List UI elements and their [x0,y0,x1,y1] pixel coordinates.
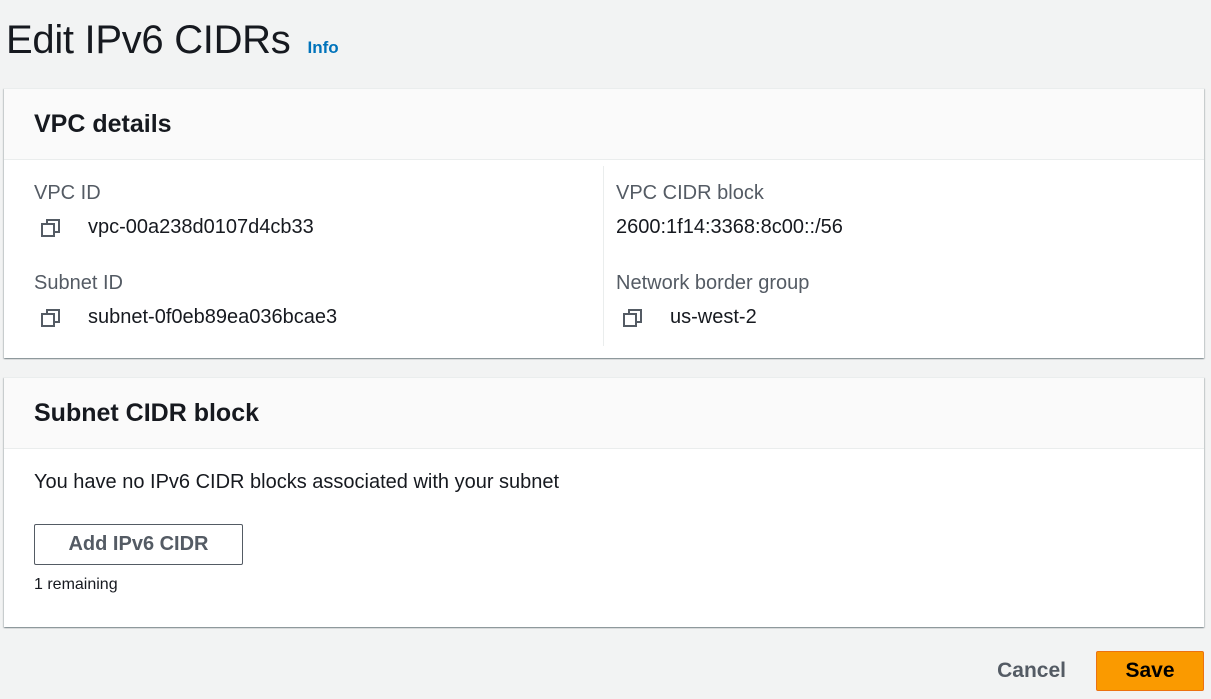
copy-icon[interactable] [622,307,644,329]
subnet-id-field: subnet-0f0eb89ea036bcae3 [40,306,337,329]
subnet-id-label: Subnet ID [34,272,123,294]
border-group-label: Network border group [616,272,810,294]
vpc-id-label: VPC ID [34,182,101,204]
vpc-details-header: VPC details [4,89,1204,160]
remaining-count: 1 remaining [34,576,118,593]
vpc-details-grid: VPC ID vpc-00a238d0107d4cb33 Subnet ID s… [4,160,1204,358]
copy-icon[interactable] [40,307,62,329]
subnet-cidr-body: You have no IPv6 CIDR blocks associated … [4,449,1204,627]
vpc-details-panel: VPC details VPC ID vpc-00a238d0107d4cb33… [4,88,1204,358]
empty-state-message: You have no IPv6 CIDR blocks associated … [34,471,560,493]
column-divider [603,166,604,346]
subnet-id-value: subnet-0f0eb89ea036bcae3 [88,306,338,328]
border-group-field: us-west-2 [622,306,757,329]
subnet-cidr-header: Subnet CIDR block [4,378,1204,449]
subnet-cidr-panel: Subnet CIDR block You have no IPv6 CIDR … [4,377,1204,627]
vpc-id-value: vpc-00a238d0107d4cb33 [88,216,314,238]
page-header: Edit IPv6 CIDRs Info [6,18,339,63]
vpc-id-field: vpc-00a238d0107d4cb33 [40,216,314,239]
save-button[interactable]: Save [1096,651,1204,691]
form-actions: Cancel Save [967,651,1204,691]
subnet-cidr-title: Subnet CIDR block [34,398,260,427]
copy-icon[interactable] [40,217,62,239]
vpc-cidr-label: VPC CIDR block [616,182,764,204]
add-ipv6-cidr-button[interactable]: Add IPv6 CIDR [34,524,243,565]
vpc-details-title: VPC details [34,109,172,138]
info-link[interactable]: Info [307,38,338,58]
vpc-cidr-value: 2600:1f14:3368:8c00::/56 [616,216,843,238]
cancel-button[interactable]: Cancel [967,651,1096,691]
page-title: Edit IPv6 CIDRs [6,18,291,62]
border-group-value: us-west-2 [670,306,757,328]
